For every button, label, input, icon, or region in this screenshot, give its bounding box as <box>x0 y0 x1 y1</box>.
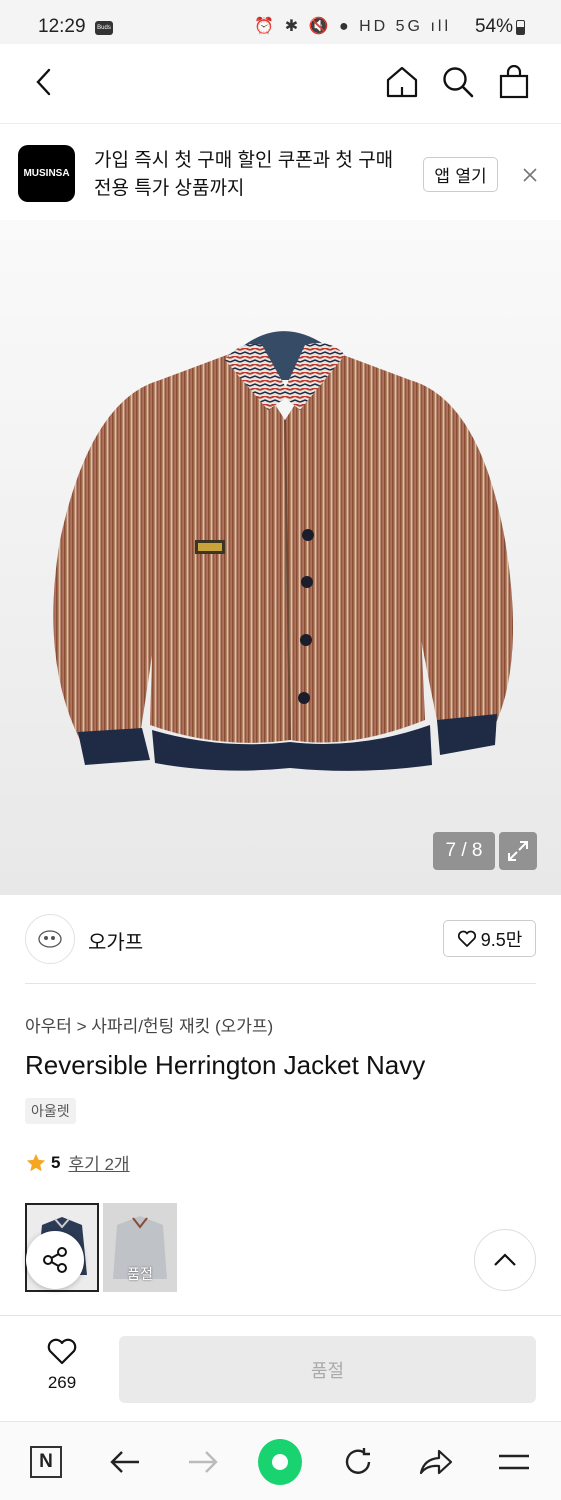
scroll-to-top-button[interactable] <box>474 1229 536 1291</box>
rating-score: 5 <box>51 1152 61 1172</box>
browser-menu-button[interactable] <box>492 1440 536 1484</box>
brand-avatar[interactable] <box>25 914 75 964</box>
brand-logo-icon <box>38 930 62 948</box>
close-icon <box>523 168 537 182</box>
color-thumbnail-gray[interactable]: 품절 <box>103 1203 177 1292</box>
heart-icon <box>457 930 476 947</box>
jacket-photo <box>53 331 513 771</box>
menu-icon <box>499 1454 529 1470</box>
status-icons: ⏰ ✱ 🔇 ● HD 5G ıll <box>254 18 451 35</box>
wishlist-count: 269 <box>47 1373 77 1392</box>
refresh-icon <box>345 1448 371 1474</box>
brand-like-button[interactable]: 9.5만 <box>443 920 536 957</box>
brand-row: 오가프 9.5만 <box>0 895 561 983</box>
share-icon <box>43 1247 67 1273</box>
rating-row: 5 후기 2개 <box>25 1150 130 1175</box>
outlet-tag: 아울렛 <box>25 1098 76 1124</box>
open-app-button[interactable]: 앱 열기 <box>423 157 498 192</box>
soldout-button[interactable]: 품절 <box>119 1336 536 1403</box>
home-icon <box>386 66 418 98</box>
product-image-gallery[interactable]: 7 / 8 <box>0 220 561 895</box>
browser-home-button[interactable] <box>258 1439 302 1485</box>
battery-icon <box>516 20 525 35</box>
top-navigation <box>0 44 561 124</box>
battery-percentage: 54% <box>474 16 513 37</box>
arrow-left-icon <box>110 1451 139 1473</box>
home-button[interactable] <box>382 62 422 102</box>
browser-toolbar: N <box>0 1421 561 1500</box>
image-counter: 7 / 8 <box>433 832 495 870</box>
share-arrow-icon <box>419 1449 453 1475</box>
naver-button[interactable]: N <box>24 1440 68 1484</box>
back-button[interactable] <box>24 62 64 102</box>
heart-icon <box>47 1338 77 1365</box>
cart-button[interactable] <box>494 62 534 102</box>
search-icon <box>443 67 474 98</box>
arrow-right-icon <box>189 1451 218 1473</box>
browser-forward-button[interactable] <box>181 1440 225 1484</box>
bag-icon <box>499 65 529 99</box>
chevron-left-icon <box>36 68 51 96</box>
app-install-banner: MUSINSA 가입 즉시 첫 구매 할인 쿠폰과 첫 구매 전용 특가 상품까… <box>0 125 561 220</box>
refresh-button[interactable] <box>336 1440 380 1484</box>
browser-back-button[interactable] <box>103 1440 147 1484</box>
star-icon <box>26 1153 46 1171</box>
green-dot-icon <box>258 1439 302 1485</box>
banner-message: 가입 즉시 첫 구매 할인 쿠폰과 첫 구매 전용 특가 상품까지 <box>94 150 394 199</box>
divider <box>25 983 536 984</box>
status-time: 12:29 <box>38 16 86 37</box>
expand-icon <box>508 841 528 861</box>
search-button[interactable] <box>438 62 478 102</box>
chevron-up-icon <box>494 1253 516 1266</box>
status-bar: 12:29 Buds ⏰ ✱ 🔇 ● HD 5G ıll 54% <box>0 0 561 44</box>
product-title: Reversible Herrington Jacket Navy <box>25 1050 426 1080</box>
banner-close-button[interactable] <box>518 163 542 187</box>
breadcrumb[interactable]: 아우터 > 사파리/헌팅 재킷 (오가프) <box>25 1012 273 1037</box>
naver-n-icon: N <box>30 1446 62 1478</box>
wishlist-button[interactable]: 269 <box>30 1338 94 1393</box>
thumbnail-soldout-label: 품절 <box>127 1266 153 1282</box>
purchase-action-bar: 269 품절 <box>0 1315 561 1421</box>
browser-share-button[interactable] <box>414 1440 458 1484</box>
review-link[interactable]: 후기 2개 <box>68 1150 129 1175</box>
buds-icon: Buds <box>95 21 113 35</box>
musinsa-logo: MUSINSA <box>18 145 75 202</box>
expand-image-button[interactable] <box>499 832 537 870</box>
brand-name[interactable]: 오가프 <box>88 926 143 955</box>
share-button[interactable] <box>26 1231 84 1289</box>
brand-like-count: 9.5만 <box>480 929 523 950</box>
